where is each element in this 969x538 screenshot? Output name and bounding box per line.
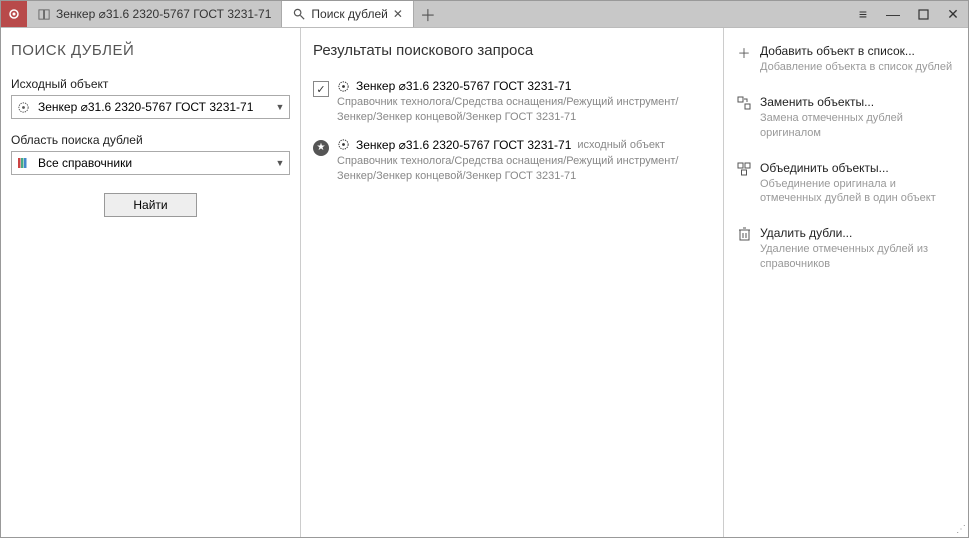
scope-label: Область поиска дублей bbox=[11, 133, 290, 147]
action-replace[interactable]: Заменить объекты... Замена отмеченных ду… bbox=[734, 89, 958, 155]
trash-icon bbox=[736, 226, 752, 242]
books-icon bbox=[12, 156, 34, 170]
action-delete[interactable]: Удалить дубли... Удаление отмеченных дуб… bbox=[734, 220, 958, 286]
search-panel: ПОИСК ДУБЛЕЙ Исходный объект ▼ Область п… bbox=[1, 28, 301, 537]
scope-input[interactable] bbox=[34, 156, 271, 170]
new-tab-button[interactable]: ＋ bbox=[414, 1, 442, 27]
titlebar: Зенкер ⌀31.6 2320-5767 ГОСТ 3231-71 Поис… bbox=[1, 1, 968, 27]
minimize-button[interactable]: — bbox=[878, 6, 908, 22]
content: ПОИСК ДУБЛЕЙ Исходный объект ▼ Область п… bbox=[1, 27, 968, 537]
window-controls: ≡ — ✕ bbox=[848, 1, 968, 27]
source-object-input[interactable] bbox=[34, 100, 271, 114]
result-body: Зенкер ⌀31.6 2320-5767 ГОСТ 3231-71 Спра… bbox=[337, 79, 711, 126]
menu-icon[interactable]: ≡ bbox=[848, 6, 878, 22]
gear-icon bbox=[12, 101, 34, 114]
resize-grip[interactable]: ⋰ bbox=[956, 524, 966, 535]
tab-label: Поиск дублей bbox=[311, 7, 387, 21]
tab-search-duplicates[interactable]: Поиск дублей ✕ bbox=[282, 1, 414, 27]
action-desc: Добавление объекта в список дублей bbox=[760, 60, 956, 75]
action-title: Заменить объекты... bbox=[760, 95, 956, 109]
chevron-down-icon[interactable]: ▼ bbox=[271, 158, 289, 168]
tab-bar: Зенкер ⌀31.6 2320-5767 ГОСТ 3231-71 Поис… bbox=[27, 1, 848, 27]
checkbox[interactable]: ✓ bbox=[313, 81, 329, 97]
app-logo-icon bbox=[1, 1, 27, 27]
app-window: Зенкер ⌀31.6 2320-5767 ГОСТ 3231-71 Поис… bbox=[0, 0, 969, 538]
chevron-down-icon[interactable]: ▼ bbox=[271, 102, 289, 112]
search-duplicates-icon bbox=[292, 7, 306, 21]
plus-icon: ＋ bbox=[736, 44, 752, 60]
tab-label: Зенкер ⌀31.6 2320-5767 ГОСТ 3231-71 bbox=[56, 7, 271, 21]
action-merge[interactable]: Объединить объекты... Объединение оригин… bbox=[734, 155, 958, 221]
action-desc: Удаление отмеченных дублей из справочник… bbox=[760, 242, 956, 272]
results-panel: Результаты поискового запроса ✓ Зенкер ⌀… bbox=[301, 28, 723, 537]
result-body: Зенкер ⌀31.6 2320-5767 ГОСТ 3231-71 исхо… bbox=[337, 138, 711, 185]
gear-icon bbox=[337, 138, 350, 151]
result-path: Справочник технолога/Средства оснащения/… bbox=[337, 95, 711, 126]
result-row[interactable]: ✓ Зенкер ⌀31.6 2320-5767 ГОСТ 3231-71 Сп… bbox=[309, 73, 715, 132]
actions-panel: ＋ Добавить объект в список... Добавление… bbox=[723, 28, 968, 537]
action-desc: Замена отмеченных дублей оригиналом bbox=[760, 111, 956, 141]
action-add[interactable]: ＋ Добавить объект в список... Добавление… bbox=[734, 38, 958, 89]
document-icon bbox=[37, 7, 51, 21]
maximize-button[interactable] bbox=[908, 9, 938, 20]
action-title: Удалить дубли... bbox=[760, 226, 956, 240]
action-title: Объединить объекты... bbox=[760, 161, 956, 175]
result-title: Зенкер ⌀31.6 2320-5767 ГОСТ 3231-71 bbox=[356, 79, 571, 93]
scope-field[interactable]: ▼ bbox=[11, 151, 290, 175]
panel-heading: ПОИСК ДУБЛЕЙ bbox=[11, 42, 290, 59]
source-marker-icon: ★ bbox=[313, 140, 329, 156]
source-badge: исходный объект bbox=[577, 139, 665, 151]
close-button[interactable]: ✕ bbox=[938, 6, 968, 23]
result-path: Справочник технолога/Средства оснащения/… bbox=[337, 154, 711, 185]
replace-icon bbox=[736, 95, 752, 111]
action-title: Добавить объект в список... bbox=[760, 44, 956, 58]
gear-icon bbox=[337, 80, 350, 93]
merge-icon bbox=[736, 161, 752, 177]
close-icon[interactable]: ✕ bbox=[393, 7, 403, 21]
source-object-label: Исходный объект bbox=[11, 77, 290, 91]
find-button[interactable]: Найти bbox=[104, 193, 196, 217]
result-title: Зенкер ⌀31.6 2320-5767 ГОСТ 3231-71 bbox=[356, 138, 571, 152]
result-row[interactable]: ★ Зенкер ⌀31.6 2320-5767 ГОСТ 3231-71 ис… bbox=[309, 132, 715, 191]
action-desc: Объединение оригинала и отмеченных дубле… bbox=[760, 177, 956, 207]
source-object-field[interactable]: ▼ bbox=[11, 95, 290, 119]
tab-document[interactable]: Зенкер ⌀31.6 2320-5767 ГОСТ 3231-71 bbox=[27, 1, 282, 27]
results-heading: Результаты поискового запроса bbox=[309, 42, 715, 59]
